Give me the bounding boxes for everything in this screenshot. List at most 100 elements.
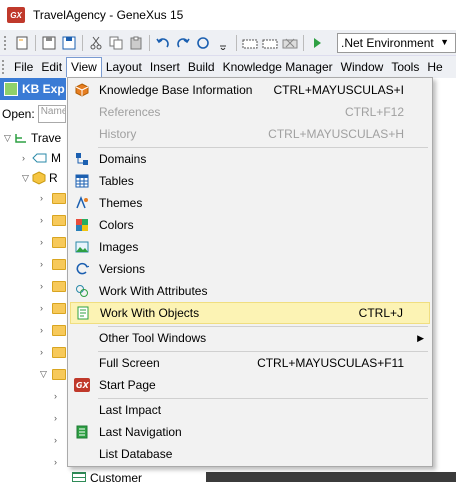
menu-build[interactable]: Build — [184, 57, 219, 77]
paste-icon[interactable] — [128, 35, 144, 51]
folder-icon — [52, 192, 66, 204]
tree-folder[interactable]: › — [40, 320, 66, 340]
kb-cube-icon — [74, 82, 90, 98]
menu-item-work-with-objects[interactable]: Work With Objects CTRL+J — [70, 302, 430, 324]
environment-value: .Net Environment — [341, 36, 434, 50]
toolbar: .Net Environment ▼ — [0, 30, 456, 56]
refresh-icon[interactable] — [195, 35, 211, 51]
menu-item-versions[interactable]: Versions — [70, 258, 430, 280]
toolbar-separator — [82, 34, 83, 51]
menu-item-list-database[interactable]: List Database — [70, 443, 430, 465]
save-icon[interactable] — [41, 35, 57, 51]
chevron-right-icon: ▶ — [417, 332, 424, 343]
attributes-icon — [74, 283, 90, 299]
menu-view[interactable]: View — [66, 57, 102, 77]
menu-bar: File Edit View Layout Insert Build Knowl… — [0, 56, 456, 78]
tree-item-label: R — [49, 171, 58, 185]
open-name-input[interactable]: Name — [37, 105, 66, 123]
tree-folder[interactable]: › — [40, 210, 66, 230]
chevron-down-icon[interactable]: ▽ — [4, 133, 14, 144]
toolbar-separator — [35, 34, 36, 51]
toolbar-separator — [149, 34, 150, 51]
chevron-down-icon: ▼ — [440, 37, 449, 47]
module-cube-icon — [32, 171, 46, 185]
dark-panel-edge — [206, 472, 456, 482]
genexus-logo-icon: GX — [7, 7, 25, 23]
redo-icon[interactable] — [175, 35, 191, 51]
toolbar-grip[interactable] — [4, 35, 9, 50]
objects-icon — [75, 305, 91, 321]
menubar-grip[interactable] — [2, 60, 7, 74]
window-title: TravelAgency - GeneXus 15 — [33, 8, 184, 22]
kb-cube-icon — [4, 82, 18, 96]
tree-folder[interactable]: ▽ — [40, 364, 66, 384]
menu-help[interactable]: He — [423, 57, 446, 77]
environment-select[interactable]: .Net Environment ▼ — [337, 33, 456, 53]
menu-knowledge-manager[interactable]: Knowledge Manager — [219, 57, 337, 77]
tree-item-label: Customer — [90, 471, 143, 482]
menu-file[interactable]: File — [10, 57, 37, 77]
cancel-build-icon[interactable] — [282, 35, 298, 51]
undo-icon[interactable] — [155, 35, 171, 51]
kb-explorer-panel: KB Exp Open: Name ▽ Trave › M ▽ R › › › … — [0, 78, 80, 482]
menu-insert[interactable]: Insert — [146, 57, 184, 77]
toolbar-separator — [236, 34, 237, 51]
menu-item-history[interactable]: History CTRL+MAYUSCULAS+H — [70, 123, 430, 145]
colors-icon — [74, 217, 90, 233]
cut-icon[interactable] — [88, 35, 104, 51]
chevron-down-icon[interactable]: ▽ — [22, 173, 32, 184]
versions-icon — [74, 261, 90, 277]
table-icon — [74, 173, 90, 189]
menu-tools[interactable]: Tools — [387, 57, 423, 77]
tree-item-customer[interactable]: Customer — [70, 468, 142, 482]
save-all-icon[interactable] — [61, 35, 77, 51]
new-file-icon[interactable] — [14, 35, 30, 51]
tree-folder[interactable]: › — [40, 188, 66, 208]
more-dropdown-icon[interactable] — [215, 35, 231, 51]
menu-item-start-page[interactable]: GX Start Page — [70, 374, 430, 396]
folder-icon — [52, 302, 66, 314]
menu-edit[interactable]: Edit — [37, 57, 66, 77]
menu-item-references[interactable]: References CTRL+F12 — [70, 101, 430, 123]
title-bar: GX TravelAgency - GeneXus 15 — [0, 0, 456, 30]
menu-item-work-with-attributes[interactable]: Work With Attributes — [70, 280, 430, 302]
menu-item-domains[interactable]: Domains — [70, 148, 430, 170]
tree-item-main[interactable]: › M — [22, 148, 61, 168]
menu-item-images[interactable]: Images — [70, 236, 430, 258]
tree-folder[interactable]: › — [40, 254, 66, 274]
menu-item-colors[interactable]: Colors — [70, 214, 430, 236]
tree-item-root-module[interactable]: ▽ R — [22, 168, 58, 188]
tree-item-root[interactable]: ▽ Trave — [4, 128, 61, 148]
menu-item-kb-information[interactable]: Knowledge Base Information CTRL+MAYUSCUL… — [70, 79, 430, 101]
main-programs-icon — [32, 153, 47, 163]
build-all-icon[interactable] — [242, 35, 258, 51]
folder-icon — [52, 214, 66, 226]
menu-item-full-screen[interactable]: Full Screen CTRL+MAYUSCULAS+F11 — [70, 352, 430, 374]
menu-item-last-navigation[interactable]: Last Navigation — [70, 421, 430, 443]
folder-icon — [52, 258, 66, 270]
folder-icon — [52, 346, 66, 358]
kb-root-icon — [15, 134, 26, 143]
view-menu-dropdown: Knowledge Base Information CTRL+MAYUSCUL… — [67, 77, 433, 467]
menu-item-themes[interactable]: Themes — [70, 192, 430, 214]
menu-window[interactable]: Window — [337, 57, 388, 77]
tree-item-label: M — [51, 151, 61, 165]
tree-folder[interactable]: › — [40, 298, 66, 318]
folder-open-icon — [52, 368, 66, 380]
tree-folder[interactable]: › — [40, 232, 66, 252]
menu-item-tables[interactable]: Tables — [70, 170, 430, 192]
tree-folder[interactable]: › — [40, 276, 66, 296]
genexus-logo-icon: GX — [74, 377, 90, 393]
rebuild-icon[interactable] — [262, 35, 278, 51]
run-icon[interactable] — [309, 35, 325, 51]
menu-layout[interactable]: Layout — [102, 57, 146, 77]
image-icon — [74, 239, 90, 255]
menu-item-last-impact[interactable]: Last Impact — [70, 399, 430, 421]
chevron-right-icon[interactable]: › — [22, 153, 32, 163]
tree-folder[interactable]: › — [40, 342, 66, 362]
toolbar-separator — [303, 34, 304, 51]
copy-icon[interactable] — [108, 35, 124, 51]
menu-item-other-tool-windows[interactable]: Other Tool Windows ▶ — [70, 327, 430, 349]
domains-icon — [74, 151, 90, 167]
open-row: Open: Name — [0, 104, 66, 124]
